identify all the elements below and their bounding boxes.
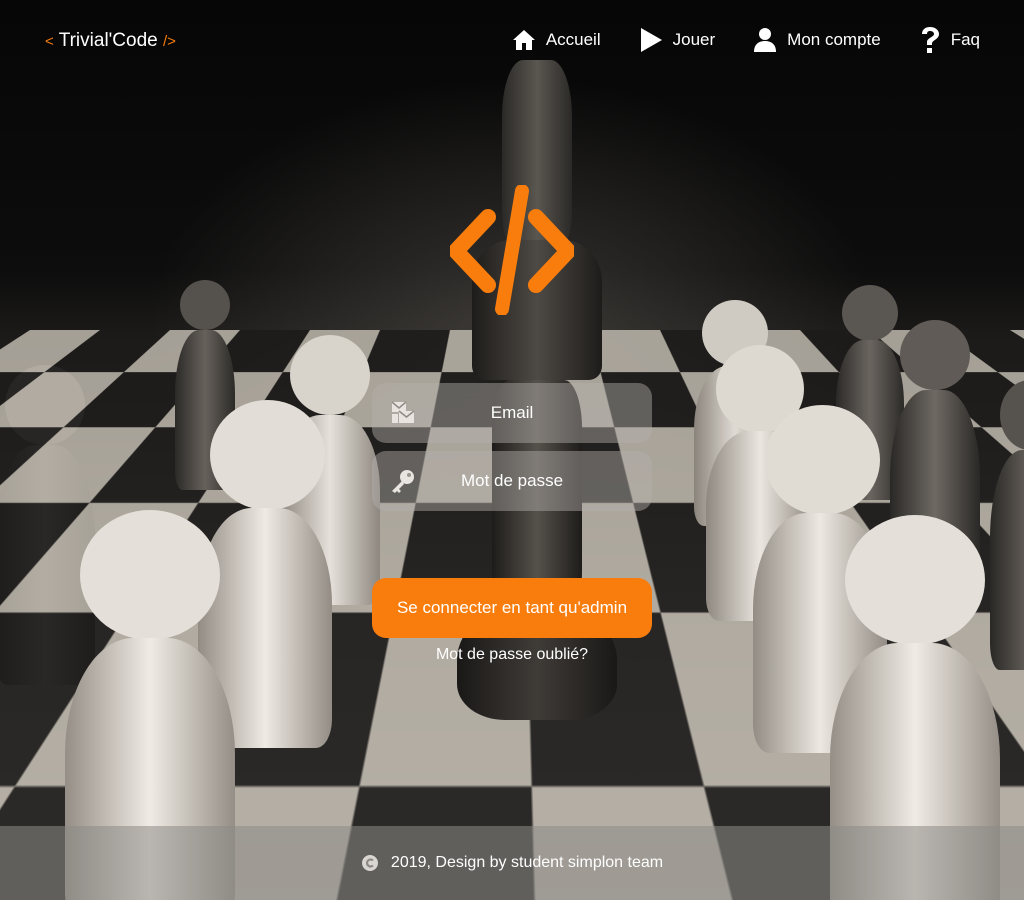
nav-item-label: Accueil (545, 30, 601, 49)
brand-open-tag: < (45, 33, 54, 50)
brand-logo-text[interactable]: < Trivial'Code /> (45, 30, 176, 52)
key-icon (392, 470, 414, 493)
password-field-wrapper (372, 451, 652, 511)
nav-item-mon-compte[interactable]: Mon compte (753, 26, 881, 54)
play-icon (640, 28, 662, 52)
footer-text: 2019, Design by student simplon team (390, 854, 664, 871)
nav-item-label: Faq (950, 30, 980, 49)
code-slash-icon (450, 185, 574, 315)
user-icon (754, 28, 777, 52)
footer: 2019, Design by student simplon team (0, 826, 1024, 900)
mail-stack-icon (391, 401, 415, 423)
brand-close-tag: /> (163, 33, 176, 50)
brand-name: Trivial'Code (58, 30, 158, 51)
main-nav: Accueil Jouer Mon compte Faq (512, 26, 980, 54)
copyright-icon (361, 855, 378, 871)
nav-item-label: Jouer (672, 30, 716, 49)
forgot-password-link[interactable]: Mot de passe oublié? (372, 646, 652, 664)
question-icon (921, 27, 939, 53)
home-icon (512, 30, 535, 50)
email-field-wrapper (372, 383, 652, 443)
background-chessboard-photo (0, 0, 1024, 900)
nav-item-accueil[interactable]: Accueil (512, 26, 601, 54)
admin-login-button[interactable]: Se connecter en tant qu'admin (372, 578, 652, 638)
nav-item-jouer[interactable]: Jouer (639, 26, 716, 54)
nav-item-faq[interactable]: Faq (919, 26, 980, 54)
nav-item-label: Mon compte (787, 30, 881, 49)
